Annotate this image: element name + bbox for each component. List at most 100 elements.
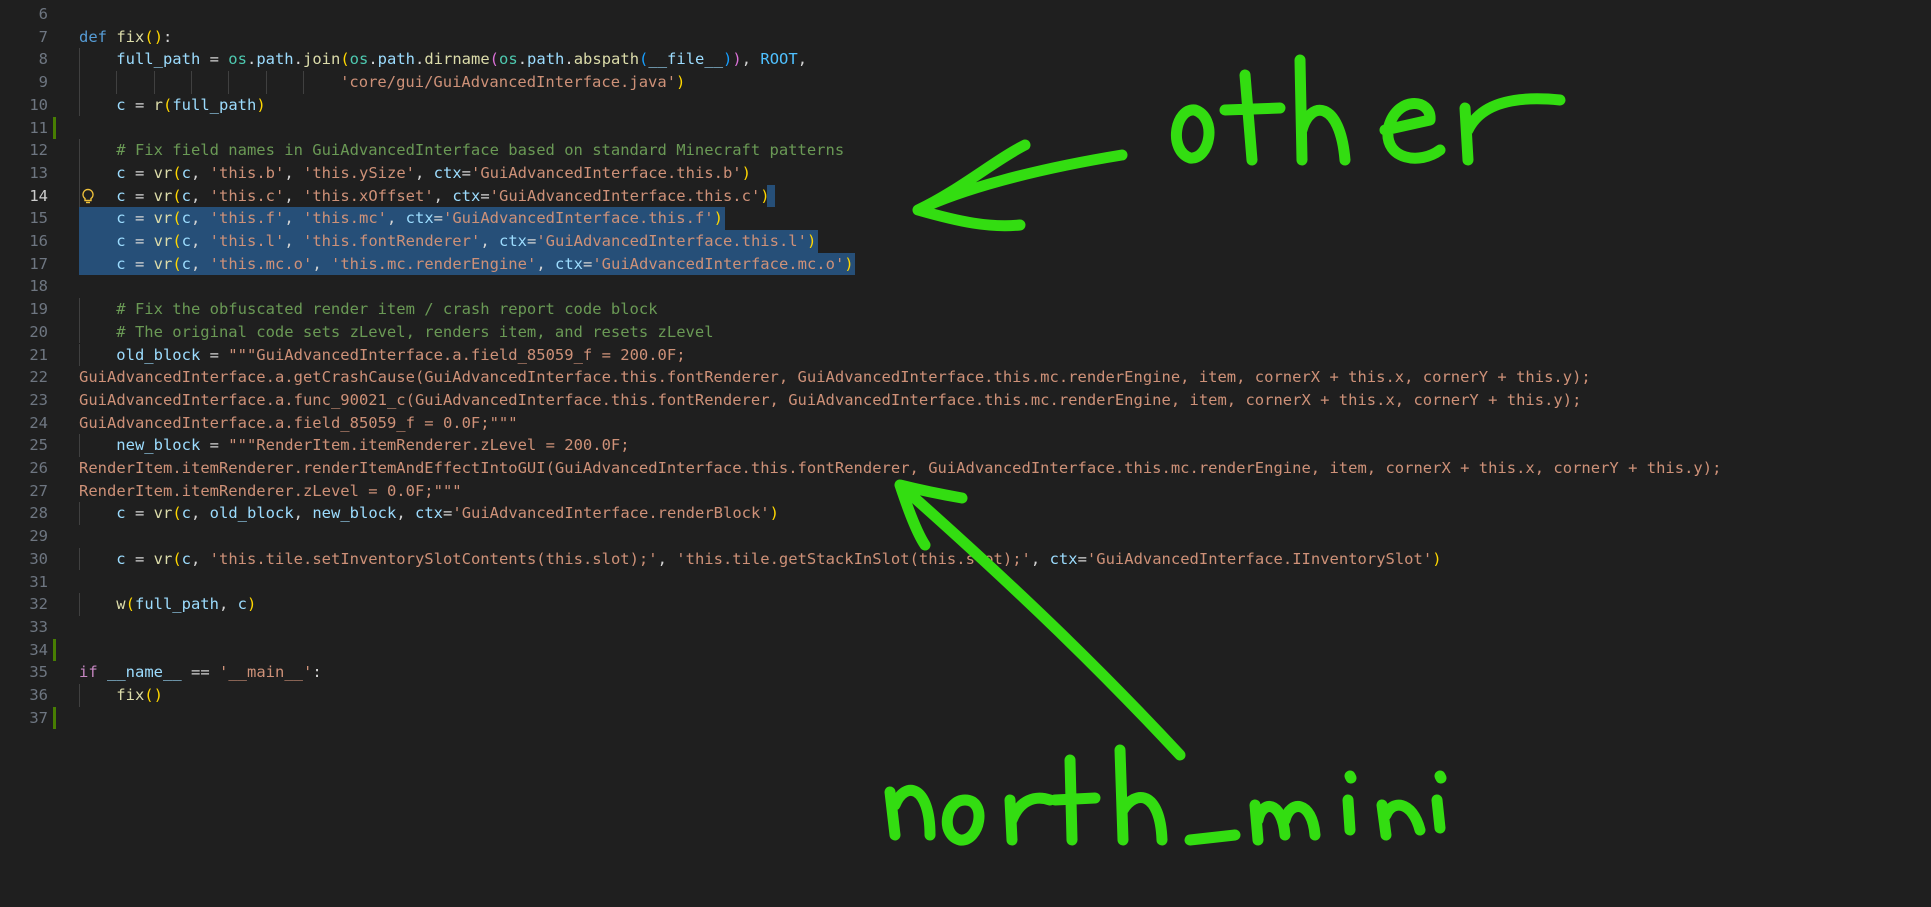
code-token: c xyxy=(181,232,191,250)
code-token: c xyxy=(116,209,126,228)
code-line[interactable]: 26 RenderItem.itemRenderer.renderItemAndE… xyxy=(0,457,1931,480)
code-line[interactable]: 9 'core/gui/GuiAdvancedInterface.java') xyxy=(0,71,1931,94)
code-line[interactable]: 10 c = r(full_path) xyxy=(0,93,1931,117)
line-number: 27 xyxy=(29,481,48,500)
indent-guide xyxy=(302,71,304,94)
line-number: 24 xyxy=(29,413,48,432)
code-line[interactable]: 11 xyxy=(0,116,1931,140)
code-line[interactable]: 21 old_block = """GuiAdvancedInterface.a.… xyxy=(0,343,1931,367)
code-token: , xyxy=(1030,549,1050,568)
code-token: = xyxy=(200,345,229,364)
indent-guide xyxy=(79,434,80,457)
line-number: 11 xyxy=(29,118,48,137)
git-added-marker xyxy=(53,638,56,662)
code-line[interactable]: 24 GuiAdvancedInterface.a.field_85059_f =… xyxy=(0,412,1931,435)
code-token: ) xyxy=(153,686,163,704)
code-line[interactable]: 14 c = vr(c, 'this.c', 'this.xOffset', ct… xyxy=(0,184,1931,208)
code-line[interactable]: 25 new_block = """RenderItem.itemRenderer… xyxy=(0,434,1931,457)
code-editor[interactable]: 6 7 def fix(): 8 full_path = os.path.join(os… xyxy=(0,0,1931,907)
code-token: 'this.ySize' xyxy=(303,163,415,182)
code-text: full_path = os.path.join(os.path.dirname… xyxy=(116,48,807,71)
code-text: c = vr(c, 'this.b', 'this.ySize', ctx='G… xyxy=(116,162,751,185)
code-line[interactable]: 22 GuiAdvancedInterface.a.getCrashCause(G… xyxy=(0,366,1931,389)
code-line[interactable]: 34 xyxy=(0,638,1931,662)
code-line[interactable]: 7 def fix(): xyxy=(0,26,1931,49)
code-token: = xyxy=(433,209,444,228)
code-token: ctx xyxy=(405,209,434,228)
code-text: RenderItem.itemRenderer.zLevel = 0.0F;""… xyxy=(79,480,462,503)
code-line[interactable]: 8 full_path = os.path.join(os.path.dirnam… xyxy=(0,48,1931,72)
lightbulb-icon[interactable] xyxy=(80,188,96,205)
code-text: old_block = """GuiAdvancedInterface.a.fi… xyxy=(116,344,685,367)
code-token: c xyxy=(181,186,191,205)
code-line[interactable]: 16 c = vr(c, 'this.l', 'this.fontRenderer… xyxy=(0,230,1931,253)
code-token: ) xyxy=(760,186,770,205)
code-line[interactable]: 36 fix() xyxy=(0,684,1931,707)
code-token: RenderItem.itemRenderer.renderItemAndEff… xyxy=(79,459,1722,477)
code-token: dirname xyxy=(424,50,490,69)
code-line[interactable]: 28 c = vr(c, old_block, new_block, ctx='G… xyxy=(0,502,1931,526)
code-text: # The original code sets zLevel, renders… xyxy=(116,321,713,344)
code-token: ) xyxy=(769,504,779,523)
code-text: GuiAdvancedInterface.a.func_90021_c(GuiA… xyxy=(79,389,1581,412)
code-token: 'GuiAdvancedInterface.this.l' xyxy=(536,232,807,250)
code-token: fix xyxy=(116,27,145,46)
code-line[interactable]: 32 w(full_path, c) xyxy=(0,593,1931,616)
code-line[interactable]: 35 if __name__ == '__main__': xyxy=(0,661,1931,684)
code-token: ROOT xyxy=(760,50,798,69)
code-token: 'GuiAdvancedInterface.this.f' xyxy=(443,209,714,228)
code-line[interactable]: 37 xyxy=(0,706,1931,730)
code-token: vr xyxy=(153,254,173,273)
code-token: GuiAdvancedInterface.a.field_85059_f = 0… xyxy=(79,413,518,432)
code-line[interactable]: 6 xyxy=(0,3,1931,26)
code-token: old_block xyxy=(116,345,201,364)
code-token: c xyxy=(116,504,126,523)
code-line[interactable]: 15 c = vr(c, 'this.f', 'this.mc', ctx='Gu… xyxy=(0,207,1931,230)
code-line[interactable]: 17 c = vr(c, 'this.mc.o', 'this.mc.render… xyxy=(0,252,1931,276)
code-token: ( xyxy=(172,163,182,182)
code-token: 'GuiAdvancedInterface.mc.o' xyxy=(592,254,845,273)
git-added-marker xyxy=(53,116,56,140)
code-token: , xyxy=(741,50,761,69)
line-number: 25 xyxy=(29,436,48,455)
code-token: new_block xyxy=(312,504,397,523)
code-token: = xyxy=(125,504,154,523)
line-number: 18 xyxy=(29,277,48,296)
code-token: 'this.tile.setInventorySlotContents(this… xyxy=(209,549,658,568)
code-token: 'this.tile.getStackInSlot(this.slot);' xyxy=(676,549,1031,568)
code-token: ctx xyxy=(554,254,583,273)
line-number: 23 xyxy=(29,390,48,409)
code-token: = xyxy=(125,209,154,228)
line-number: 36 xyxy=(29,686,48,704)
code-token: 'this.b' xyxy=(209,163,285,182)
code-token: full_path xyxy=(116,50,201,69)
code-line[interactable]: 19 # Fix the obfuscated render item / cra… xyxy=(0,298,1931,321)
indent-guide xyxy=(79,71,80,94)
code-line[interactable]: 13 c = vr(c, 'this.b', 'this.ySize', ctx=… xyxy=(0,161,1931,185)
line-number: 34 xyxy=(29,640,48,659)
code-line[interactable]: 33 xyxy=(0,616,1931,639)
code-token: GuiAdvancedInterface.a.getCrashCause(Gui… xyxy=(79,368,1591,387)
code-token: os xyxy=(228,50,247,69)
code-token: , xyxy=(414,163,434,182)
code-line[interactable]: 29 xyxy=(0,525,1931,548)
code-token: , xyxy=(191,232,210,250)
code-token: 'GuiAdvancedInterface.renderBlock' xyxy=(452,504,770,523)
code-token: = xyxy=(125,549,154,568)
code-line[interactable]: 12 # Fix field names in GuiAdvancedInterf… xyxy=(0,139,1931,162)
code-line[interactable]: 30 c = vr(c, 'this.tile.setInventorySlotC… xyxy=(0,547,1931,571)
code-line[interactable]: 27 RenderItem.itemRenderer.zLevel = 0.0F;… xyxy=(0,480,1931,503)
indent-guide xyxy=(228,71,230,94)
code-line[interactable]: 20 # The original code sets zLevel, rende… xyxy=(0,320,1931,344)
code-token: c xyxy=(116,95,126,114)
code-token: ( xyxy=(172,209,182,228)
code-token: : xyxy=(163,27,173,46)
code-line[interactable]: 31 xyxy=(0,571,1931,594)
code-line[interactable]: 18 xyxy=(0,275,1931,298)
code-token: ( xyxy=(172,504,182,523)
code-token: . xyxy=(415,50,425,69)
indent-guide xyxy=(79,502,80,526)
code-line[interactable]: 23 GuiAdvancedInterface.a.func_90021_c(Gu… xyxy=(0,389,1931,412)
code-token: = xyxy=(125,95,154,114)
code-token: ) xyxy=(153,27,164,46)
